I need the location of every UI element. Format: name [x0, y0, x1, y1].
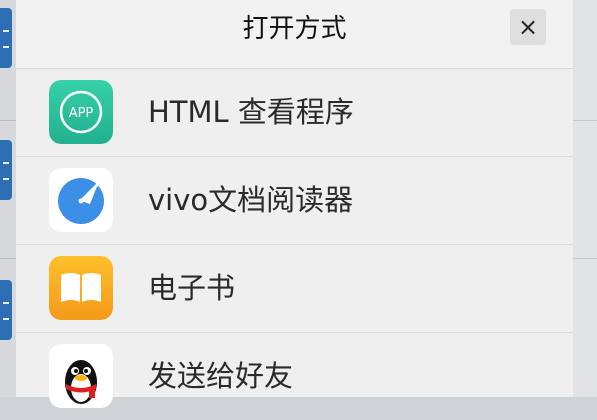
app-option-send-to-friend[interactable]: 发送给好友 — [16, 333, 573, 420]
background-divider — [573, 120, 597, 121]
background-divider — [0, 120, 16, 121]
app-badge-icon: APP — [49, 80, 113, 144]
open-with-sheet: 打开方式 × APP HTML 查看程序 vivo文档阅读器 电子书 发送给好友 — [16, 0, 573, 408]
compass-dial-icon — [49, 168, 113, 232]
svg-text:APP: APP — [69, 106, 94, 121]
qq-penguin-icon — [49, 344, 113, 408]
app-option-label: 电子书 — [148, 271, 236, 305]
app-option-html-viewer[interactable]: APP HTML 查看程序 — [16, 69, 573, 157]
sheet-title: 打开方式 — [242, 14, 347, 44]
open-book-icon — [49, 256, 113, 320]
background-divider — [573, 258, 597, 259]
background-file-icon — [0, 8, 12, 68]
close-button[interactable]: × — [510, 9, 546, 45]
app-option-vivo-reader[interactable]: vivo文档阅读器 — [16, 157, 573, 245]
app-option-ebook[interactable]: 电子书 — [16, 245, 573, 333]
app-option-label: vivo文档阅读器 — [148, 183, 354, 217]
app-option-label: 发送给好友 — [148, 359, 294, 393]
sheet-header: 打开方式 × — [16, 0, 573, 69]
background-file-icon — [0, 140, 12, 200]
background-divider — [0, 258, 16, 259]
background-app-right — [573, 0, 597, 397]
background-file-icon — [0, 280, 12, 340]
app-option-label: HTML 查看程序 — [148, 95, 354, 129]
